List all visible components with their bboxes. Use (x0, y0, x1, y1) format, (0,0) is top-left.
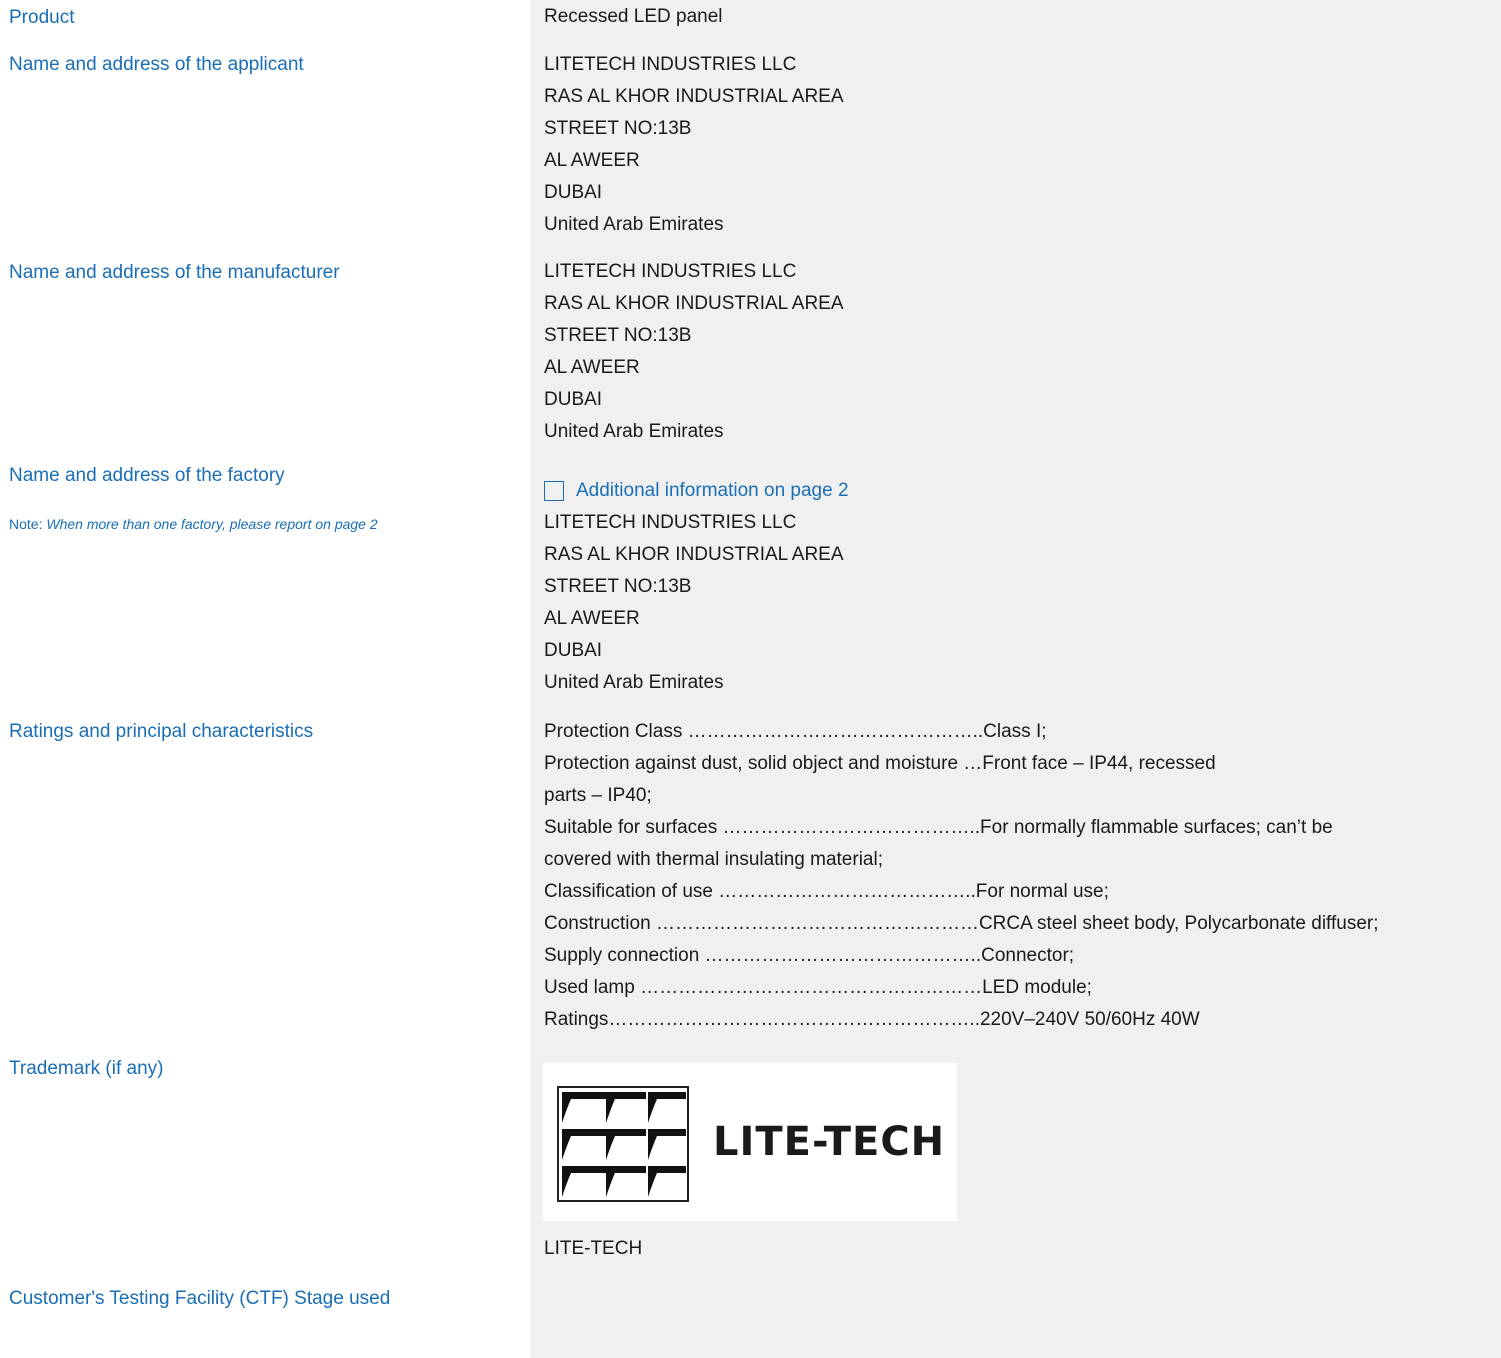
address-line: DUBAI (544, 389, 603, 410)
address-line: DUBAI (544, 640, 603, 661)
label-ratings: Ratings and principal characteristics (9, 721, 314, 742)
address-line: United Arab Emirates (544, 421, 724, 442)
address-line: United Arab Emirates (544, 672, 724, 693)
rating-line: Ratings…………………………………………………..220V–240V 50… (544, 1009, 1200, 1030)
rating-line: Supply connection ……………………………………..Connec… (544, 945, 1075, 966)
label-factory: Name and address of the factory (9, 465, 285, 486)
factory-address: LITETECH INDUSTRIES LLC RAS AL KHOR INDU… (544, 507, 844, 699)
additional-info-option[interactable]: Additional information on page 2 (544, 477, 849, 505)
rating-line: Suitable for surfaces …………………………………..For… (544, 817, 1333, 838)
note-text: When more than one factory, please repor… (46, 516, 378, 532)
label-trademark: Trademark (if any) (9, 1058, 164, 1079)
trademark-logo: LITE-TECH (543, 1063, 957, 1221)
address-line: RAS AL KHOR INDUSTRIAL AREA (544, 86, 844, 107)
address-line: RAS AL KHOR INDUSTRIAL AREA (544, 293, 844, 314)
address-line: DUBAI (544, 182, 603, 203)
address-line: STREET NO:13B (544, 118, 692, 139)
product-value: Recessed LED panel (544, 1, 723, 33)
additional-info-checkbox[interactable] (544, 481, 564, 501)
additional-info-label: Additional information on page 2 (576, 480, 849, 501)
logo-wordmark: LITE-TECH (713, 1119, 946, 1165)
label-applicant: Name and address of the applicant (9, 54, 304, 75)
address-line: LITETECH INDUSTRIES LLC (544, 54, 797, 75)
address-line: AL AWEER (544, 608, 640, 629)
address-line: AL AWEER (544, 357, 640, 378)
address-line: AL AWEER (544, 150, 640, 171)
product-text: Recessed LED panel (544, 6, 723, 27)
rating-line: Classification of use …………………………………..For… (544, 881, 1109, 902)
manufacturer-address: LITETECH INDUSTRIES LLC RAS AL KHOR INDU… (544, 256, 844, 448)
rating-line: Construction ……………………………………………CRCA steel… (544, 913, 1379, 934)
rating-line: Used lamp ………………………………………………LED module; (544, 977, 1092, 998)
ratings-list: Protection Class ………………………………………..Class … (544, 716, 1379, 1036)
note-prefix: Note: (9, 516, 47, 532)
factory-note: Note: When more than one factory, please… (9, 516, 378, 532)
address-line: United Arab Emirates (544, 214, 724, 235)
trademark-text: LITE-TECH (544, 1238, 643, 1259)
address-line: STREET NO:13B (544, 325, 692, 346)
applicant-address: LITETECH INDUSTRIES LLC RAS AL KHOR INDU… (544, 49, 844, 241)
address-line: STREET NO:13B (544, 576, 692, 597)
address-line: LITETECH INDUSTRIES LLC (544, 512, 797, 533)
label-manufacturer: Name and address of the manufacturer (9, 262, 340, 283)
label-ctf: Customer's Testing Facility (CTF) Stage … (9, 1288, 391, 1309)
rating-line: covered with thermal insulating material… (544, 849, 883, 870)
address-line: RAS AL KHOR INDUSTRIAL AREA (544, 544, 844, 565)
rating-line: parts – IP40; (544, 785, 652, 806)
rating-line: Protection Class ………………………………………..Class … (544, 721, 1047, 742)
rating-line: Protection against dust, solid object an… (544, 753, 1216, 774)
address-line: LITETECH INDUSTRIES LLC (544, 261, 797, 282)
label-product: Product (9, 7, 75, 28)
